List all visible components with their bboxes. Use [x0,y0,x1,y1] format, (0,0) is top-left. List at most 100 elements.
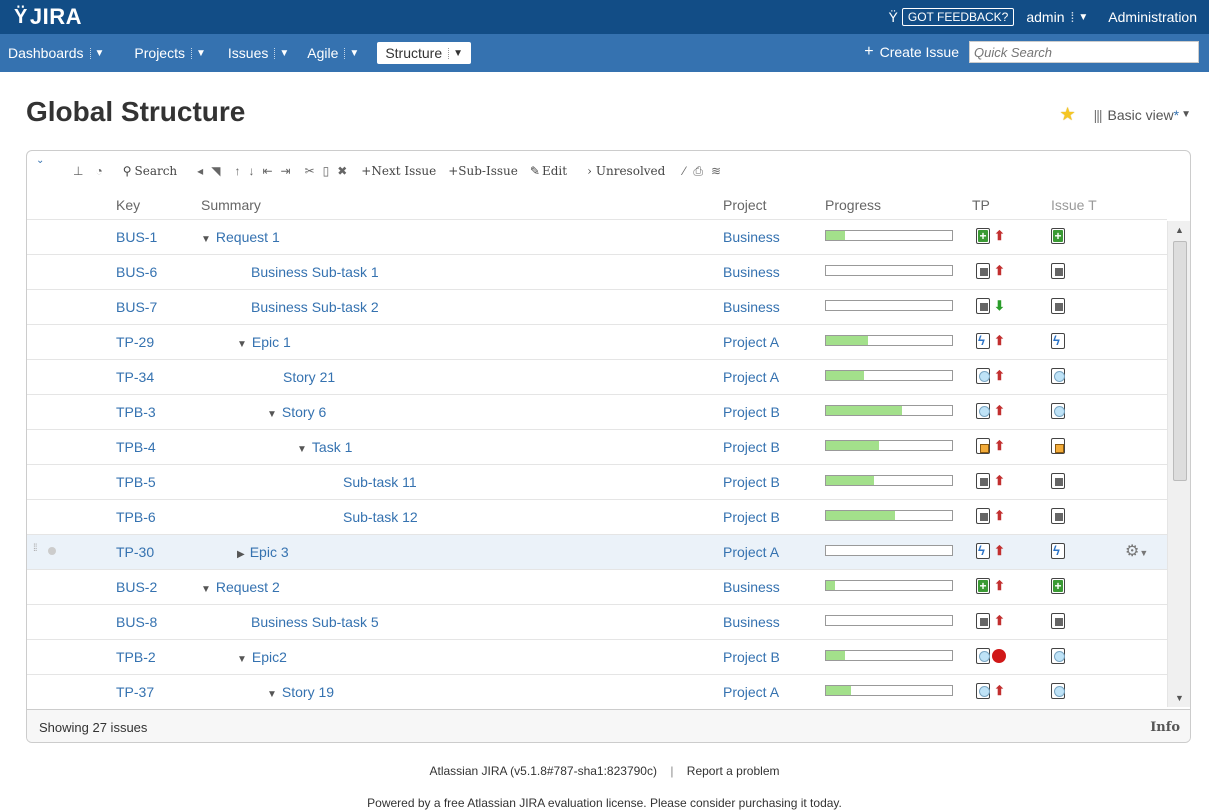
table-row[interactable]: BUS-6 Business Sub-task 1 Business ⬆ [27,254,1167,289]
column-header-progress[interactable]: Progress [825,197,881,213]
issue-summary[interactable]: ▼ Epic 1 [237,334,291,350]
column-header-summary[interactable]: Summary [201,197,261,213]
project-link[interactable]: Project B [723,439,780,455]
issue-summary[interactable]: ▼ Request 2 [201,579,280,595]
column-header-tp[interactable]: TP [972,197,990,213]
scroll-up-icon[interactable]: ▲ [1175,225,1184,235]
project-link[interactable]: Business [723,299,780,315]
expand-down-icon[interactable]: ▼ [297,444,307,455]
issue-summary[interactable]: ▼ Task 1 [297,439,352,455]
cut-icon[interactable]: ✂ [305,164,315,178]
table-row[interactable]: TPB-3 ▼ Story 6 Project B ⬆ [27,394,1167,429]
issue-key-link[interactable]: BUS-6 [116,264,157,280]
expand-down-icon[interactable]: ▼ [201,584,211,595]
issue-summary[interactable]: ▼ Story 19 [267,684,334,700]
project-link[interactable]: Business [723,579,780,595]
create-issue-button[interactable]: + Create Issue [864,43,959,61]
nav-projects[interactable]: Projects ▼ [126,41,213,65]
project-link[interactable]: Project A [723,369,779,385]
table-row[interactable]: TP-34 Story 21 Project A ⬆ [27,359,1167,394]
issue-summary[interactable]: Sub-task 12 [343,509,418,525]
expand-down-icon[interactable]: ▼ [267,409,277,420]
table-row[interactable]: TP-37 ▼ Story 19 Project A ⬆ [27,674,1167,707]
nav-dashboards[interactable]: Dashboards ▼ [0,41,112,65]
project-link[interactable]: Project A [723,334,779,350]
feedback-button[interactable]: GOT FEEDBACK? [901,8,1015,26]
issue-key-link[interactable]: BUS-1 [116,229,157,245]
nav-issues[interactable]: Issues ▼ [220,41,297,65]
nav-structure[interactable]: Structure ▼ [377,42,472,64]
search-button[interactable]: ⚲ Search [123,164,177,178]
table-row[interactable]: TPB-2 ▼ Epic2 Project B [27,639,1167,674]
issue-key-link[interactable]: TPB-3 [116,404,156,420]
issue-key-link[interactable]: TP-34 [116,369,154,385]
pin-icon[interactable]: ⊥ [73,164,83,178]
feedback-area[interactable]: Ÿ GOT FEEDBACK? [889,8,1015,26]
column-header-key[interactable]: Key [116,197,140,213]
project-link[interactable]: Project B [723,404,780,420]
issue-key-link[interactable]: TPB-6 [116,509,156,525]
issue-key-link[interactable]: TP-37 [116,684,154,700]
outdent-icon[interactable]: ⇤ [262,164,272,178]
issue-summary[interactable]: Sub-task 11 [343,474,417,490]
jira-logo[interactable]: Ÿ JIRA [14,4,82,30]
project-link[interactable]: Project A [723,684,779,700]
column-header-issue-type[interactable]: Issue T [1051,197,1097,213]
move-left-icon[interactable]: ◂ [197,164,203,178]
move-right-icon[interactable]: ◥ [211,164,220,178]
expand-right-icon[interactable]: ▶ [237,549,245,560]
project-link[interactable]: Business [723,614,780,630]
administration-link[interactable]: Administration [1108,9,1197,25]
project-link[interactable]: Project B [723,474,780,490]
delete-icon[interactable]: ✖ [337,164,347,178]
nav-agile[interactable]: Agile ▼ [299,41,367,65]
edit-button[interactable]: ✎ Edit [530,164,567,178]
issue-key-link[interactable]: BUS-8 [116,614,157,630]
table-row[interactable]: TP-29 ▼ Epic 1 Project A ⬆ [27,324,1167,359]
bulk-edit-icon[interactable]: ⁄ [683,164,685,178]
clock-icon[interactable]: ◔ [95,164,102,178]
scrollbar[interactable]: ▲ ▼ [1167,221,1190,707]
table-row[interactable]: TPB-6 Sub-task 12 Project B ⬆ [27,499,1167,534]
project-link[interactable]: Project B [723,509,780,525]
issue-key-link[interactable]: TPB-2 [116,649,156,665]
user-menu[interactable]: admin ⁞ ▼ [1026,9,1088,25]
column-header-project[interactable]: Project [723,197,767,213]
issue-summary[interactable]: Business Sub-task 1 [251,264,379,280]
table-row[interactable]: BUS-8 Business Sub-task 5 Business ⬆ [27,604,1167,639]
issue-key-link[interactable]: BUS-7 [116,299,157,315]
project-link[interactable]: Business [723,229,780,245]
issue-key-link[interactable]: TPB-4 [116,439,156,455]
expand-down-icon[interactable]: ▼ [237,339,247,350]
chevron-down-icon[interactable]: ▼ [344,47,359,59]
chevron-down-icon[interactable]: ▼ [89,47,104,59]
table-row[interactable]: ⁞⁞ TP-30 ▶ Epic 3 Project A ⬆ ⚙▼ [27,534,1167,569]
project-link[interactable]: Project A [723,544,779,560]
view-selector[interactable]: ★ ||| Basic view * ▼ [1059,104,1191,125]
issue-summary[interactable]: ▼ Request 1 [201,229,280,245]
issue-summary[interactable]: ▶ Epic 3 [237,544,289,560]
issue-key-link[interactable]: TPB-5 [116,474,156,490]
issue-key-link[interactable]: TP-30 [116,544,154,560]
table-row[interactable]: TPB-5 Sub-task 11 Project B ⬆ [27,464,1167,499]
table-row[interactable]: TPB-4 ▼ Task 1 Project B ⬆ [27,429,1167,464]
project-link[interactable]: Business [723,264,780,280]
issue-summary[interactable]: ▼ Story 6 [267,404,326,420]
issue-summary[interactable]: Story 21 [283,369,335,385]
indent-icon[interactable]: ⇥ [281,164,291,178]
scrollbar-thumb[interactable] [1173,241,1187,481]
chevron-down-icon[interactable]: ▼ [274,47,289,59]
issue-key-link[interactable]: TP-29 [116,334,154,350]
table-row[interactable]: BUS-7 Business Sub-task 2 Business ⬇ [27,289,1167,324]
unresolved-filter[interactable]: › Unresolved [587,164,665,178]
report-problem-link[interactable]: Report a problem [687,764,780,778]
star-icon[interactable]: ★ [1059,104,1075,125]
issue-summary[interactable]: Business Sub-task 2 [251,299,379,315]
issue-summary[interactable]: Business Sub-task 5 [251,614,379,630]
chevron-down-icon[interactable]: ▼ [190,47,206,59]
drag-handle-icon[interactable]: ⁞⁞ [33,543,37,554]
issue-summary[interactable]: ▼ Epic2 [237,649,287,665]
move-down-icon[interactable]: ↓ [248,164,254,178]
issue-key-link[interactable]: BUS-2 [116,579,157,595]
expand-down-icon[interactable]: ▼ [237,654,247,665]
